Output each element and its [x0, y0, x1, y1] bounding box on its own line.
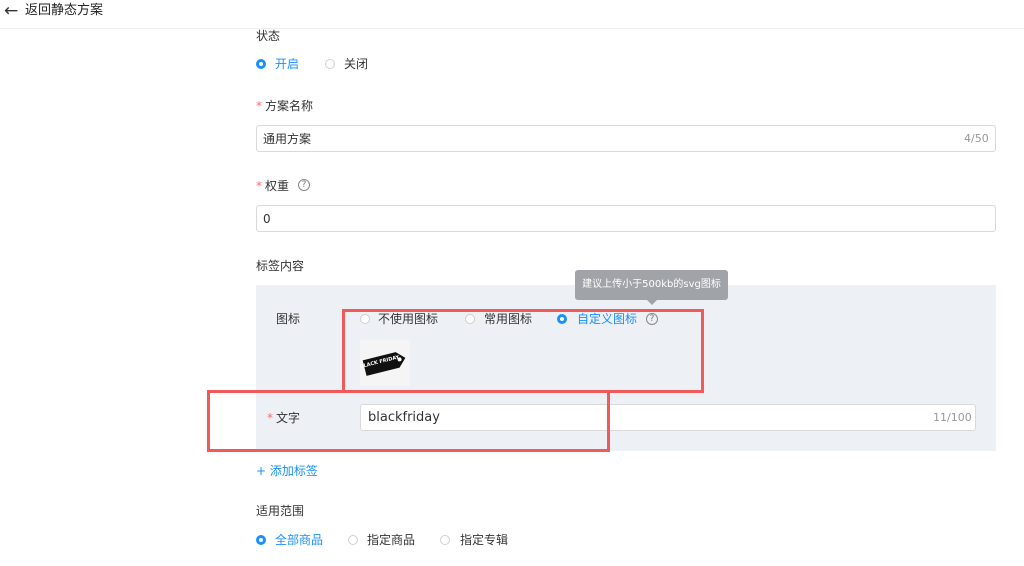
status-radio-off[interactable] [325, 59, 335, 69]
tooltip: 建议上传小于500kb的svg图标 [575, 270, 728, 300]
tag-content-label: 标签内容 [256, 259, 305, 273]
plan-name-value: 通用方案 [263, 132, 312, 146]
status-label: 状态 [256, 29, 281, 43]
annotation-box-text [207, 390, 610, 452]
status-option-off[interactable]: 关闭 [344, 56, 368, 72]
tag-text-counter: 11/100 [933, 411, 972, 424]
required-mark: * [256, 179, 262, 193]
add-tag-button[interactable]: + 添加标签 [256, 463, 318, 479]
weight-label: * 权重 [256, 179, 290, 193]
icon-label: 图标 [276, 312, 301, 326]
back-link[interactable]: 返回静态方案 [25, 3, 103, 19]
scope-label: 适用范围 [256, 504, 305, 518]
scope-radio-products[interactable] [348, 535, 358, 545]
weight-value: 0 [263, 212, 271, 226]
arrow-left-icon[interactable]: ← [4, 1, 18, 21]
annotation-box-icon [342, 309, 704, 393]
weight-input[interactable] [256, 205, 996, 232]
scope-option-products[interactable]: 指定商品 [367, 532, 415, 548]
status-radio-on[interactable] [256, 59, 266, 69]
status-option-on[interactable]: 开启 [275, 56, 299, 72]
scope-radio-all[interactable] [256, 535, 266, 545]
scope-option-all[interactable]: 全部商品 [275, 532, 323, 548]
top-bar [0, 0, 1024, 29]
plus-icon: + [256, 464, 270, 478]
required-mark: * [256, 99, 262, 113]
scope-option-albums[interactable]: 指定专辑 [460, 532, 508, 548]
question-circle-icon[interactable]: ? [298, 179, 310, 191]
plan-name-counter: 4/50 [964, 132, 989, 145]
scope-radio-albums[interactable] [440, 535, 450, 545]
tooltip-caret [647, 300, 657, 305]
plan-name-label: * 方案名称 [256, 99, 314, 113]
plan-name-input[interactable] [256, 125, 996, 152]
